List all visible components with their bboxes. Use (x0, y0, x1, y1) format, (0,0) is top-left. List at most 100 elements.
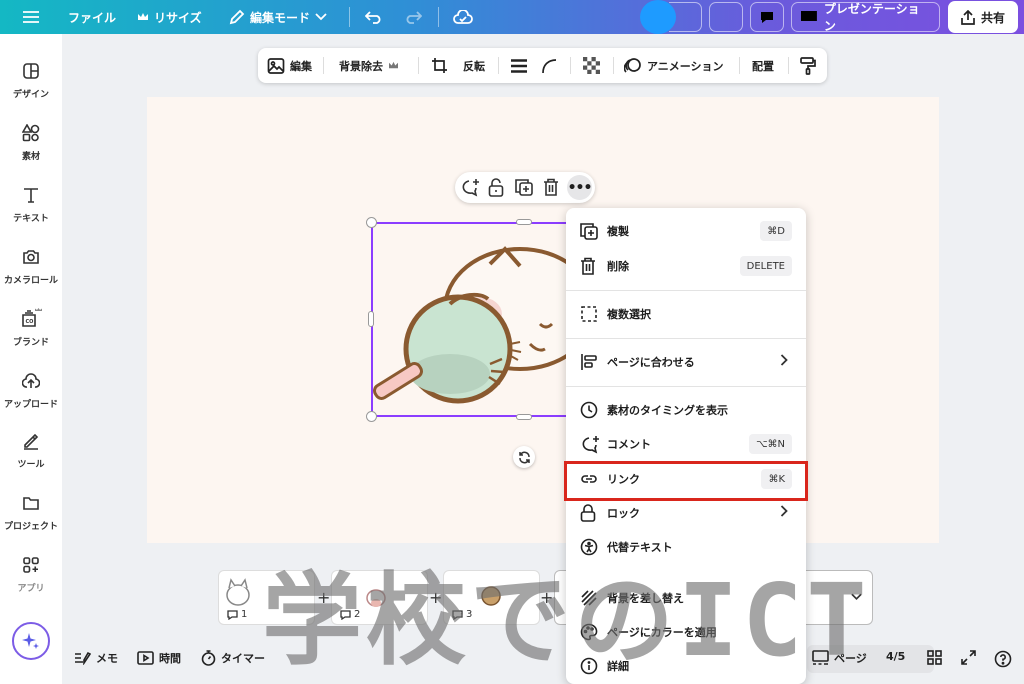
share-button[interactable]: 共有 (948, 1, 1018, 33)
magic-assistant-button[interactable] (12, 622, 50, 660)
sidebar-item-projects[interactable]: プロジェクト (0, 494, 62, 550)
rotate-button[interactable] (513, 446, 535, 468)
menu-divider (566, 290, 806, 291)
menu-item-comment[interactable]: コメント ⌥⌘N (566, 427, 806, 461)
duplicate-button[interactable] (515, 178, 533, 200)
camera-icon (23, 250, 39, 264)
transparency-button[interactable] (583, 48, 600, 83)
timer-button[interactable]: タイマー (201, 650, 265, 666)
resize-handle-top[interactable] (516, 219, 532, 225)
menu-item-delete[interactable]: 削除 DELETE (566, 249, 806, 283)
comment-button[interactable] (750, 2, 784, 32)
comment-count-icon (340, 609, 351, 620)
shortcut-badge: ⌘D (760, 221, 792, 241)
menu-item-apply-page-color[interactable]: ページにカラーを適用 (566, 615, 806, 649)
link-highlight-annotation (564, 461, 808, 501)
sidebar-item-label: プロジェクト (3, 522, 58, 532)
menu-item-show-timing[interactable]: 素材のタイミングを表示 (566, 393, 806, 427)
menu-item-alt-text[interactable]: 代替テキスト (566, 530, 806, 564)
corner-curve-icon (542, 58, 557, 73)
menu-item-multi-select[interactable]: 複数選択 (566, 297, 806, 331)
fullscreen-button[interactable] (961, 650, 976, 665)
resize-handle-top-left[interactable] (366, 217, 377, 228)
dango-thumbnail-icon (481, 586, 501, 606)
bg-remove-label: 背景除去 (339, 59, 383, 73)
resize-handle-bottom-left[interactable] (366, 411, 377, 422)
sidebar-item-upload[interactable]: アップロード (0, 372, 62, 428)
copy-style-button[interactable] (800, 48, 816, 83)
duration-button[interactable]: 時間 (137, 650, 181, 666)
svg-text:CO: CO (26, 319, 34, 325)
pages-button[interactable]: ページ (812, 650, 867, 666)
add-comment-button[interactable] (460, 178, 480, 201)
shortcut-badge: ⌥⌘N (748, 434, 792, 454)
file-menu[interactable]: ファイル (68, 0, 116, 34)
comment-add-icon (580, 435, 599, 454)
paint-roller-icon (800, 56, 816, 75)
toolbar-divider (498, 57, 499, 74)
sidebar-item-tools[interactable]: ツール (0, 432, 62, 488)
bg-remove-button[interactable]: 背景除去 (339, 48, 399, 83)
menu-button[interactable] (22, 0, 40, 34)
animation-button[interactable]: アニメーション (624, 48, 724, 83)
page-thumbnail-2[interactable]: 2 (331, 570, 428, 625)
hamburger-icon (23, 11, 39, 23)
crop-icon (432, 58, 447, 73)
undo-button[interactable] (365, 0, 383, 34)
background-pattern-icon (580, 589, 598, 607)
sidebar-item-text[interactable]: テキスト (0, 186, 62, 242)
sidebar-item-elements[interactable]: 素材 (0, 124, 62, 180)
delete-button[interactable] (543, 178, 559, 200)
grid-view-button[interactable] (927, 650, 942, 665)
sidebar-item-camera-roll[interactable]: カメラロール (0, 248, 62, 304)
page-thumbnail-1[interactable]: 1 (218, 570, 315, 625)
animation-label: アニメーション (647, 59, 724, 73)
crown-icon (389, 61, 398, 69)
cloud-save-status[interactable] (453, 0, 473, 34)
menu-item-replace-background[interactable]: 背景を差し替え (566, 581, 806, 615)
help-button[interactable] (994, 650, 1012, 668)
sidebar-item-apps[interactable]: アプリ (0, 556, 62, 612)
menu-divider (566, 386, 806, 387)
add-page-button[interactable]: + (429, 588, 442, 607)
menu-item-details[interactable]: 詳細 (566, 649, 806, 683)
toolbar-divider (570, 57, 571, 74)
sidebar-item-label: ブランド (12, 338, 49, 348)
timer-label: タイマー (221, 652, 265, 665)
flip-button[interactable]: 反転 (463, 48, 485, 83)
redo-button[interactable] (404, 0, 422, 34)
context-menu: 複製 ⌘D 削除 DELETE 複数選択 ページに合わせる 素材のタイミングを表… (566, 208, 806, 684)
insights-button[interactable] (709, 2, 743, 32)
trash-icon (544, 178, 558, 196)
border-style-button[interactable] (510, 48, 528, 83)
edit-image-button[interactable]: 編集 (267, 48, 312, 83)
resize-handle-left[interactable] (368, 311, 374, 327)
sparkle-icon (22, 633, 39, 649)
elements-icon (22, 124, 40, 142)
unlock-icon (488, 178, 504, 197)
edit-mode-dropdown[interactable]: 編集モード (229, 0, 327, 34)
unlock-button[interactable] (488, 178, 504, 201)
resize-button[interactable]: リサイズ (137, 0, 202, 34)
border-weight-icon (511, 58, 527, 73)
sidebar-item-brand[interactable]: CO ブランド (0, 308, 62, 364)
crop-button[interactable] (431, 48, 448, 83)
menu-item-lock[interactable]: ロック (566, 496, 806, 530)
page-thumbnail-3[interactable]: 3 (443, 570, 540, 625)
presentation-button[interactable]: プレゼンテーション (791, 2, 940, 33)
selection-box[interactable] (371, 222, 571, 417)
pages-label: ページ (834, 652, 867, 665)
add-page-button[interactable]: + (540, 588, 553, 607)
menu-item-fit-to-page[interactable]: ページに合わせる (566, 345, 806, 379)
expand-icon (961, 650, 976, 665)
position-button[interactable]: 配置 (752, 48, 774, 83)
resize-handle-bottom[interactable] (516, 414, 532, 420)
more-options-button[interactable]: ••• (567, 175, 592, 200)
corner-rounding-button[interactable] (541, 48, 557, 83)
menu-item-duplicate[interactable]: 複製 ⌘D (566, 214, 806, 248)
add-page-button[interactable]: + (317, 588, 330, 607)
sidebar-item-design[interactable]: デザイン (0, 62, 62, 118)
add-collaborator-button[interactable] (669, 2, 702, 32)
lock-icon (580, 504, 598, 522)
notes-button[interactable]: メモ (74, 650, 118, 666)
